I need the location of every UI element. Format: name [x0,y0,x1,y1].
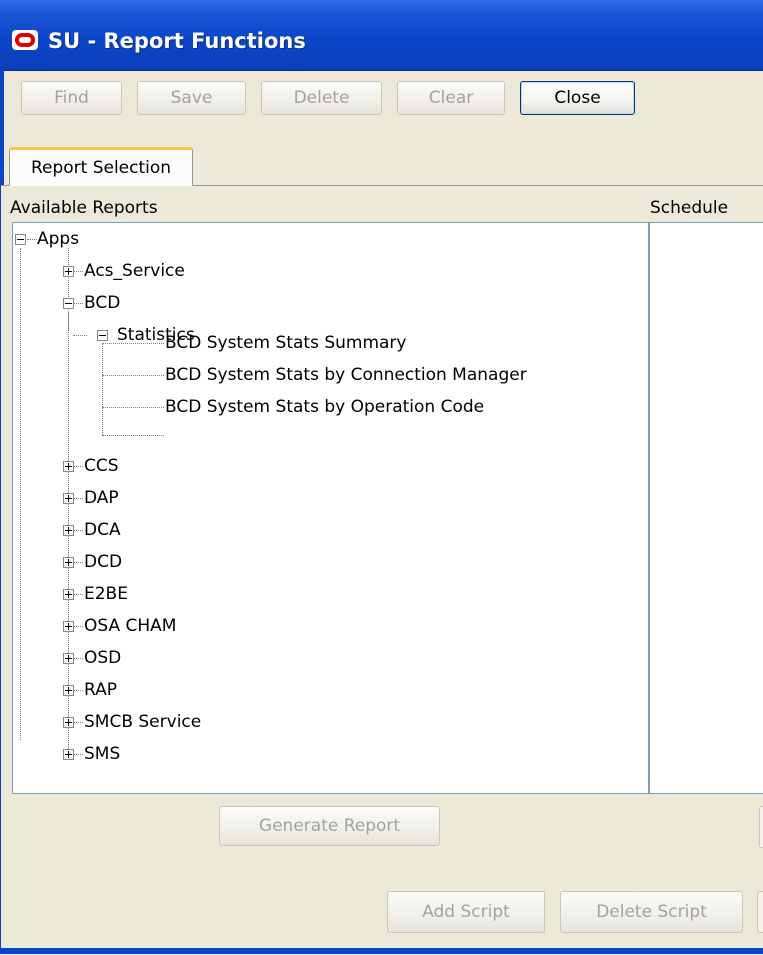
tree-node-dap[interactable]: DAP [84,484,119,512]
tree-line [73,626,83,627]
available-reports-tree[interactable]: Apps Acs_Service BCD Statistics BCD Syst… [12,222,649,794]
tree-line [73,466,83,467]
expand-icon[interactable] [63,493,74,504]
expand-icon[interactable] [63,525,74,536]
tree-line [20,248,21,740]
tree-node-osa-cham[interactable]: OSA CHAM [84,612,176,640]
report-bcd-stats-operation-code[interactable]: BCD System Stats by Operation Code [165,393,484,421]
tree-node-osd[interactable]: OSD [84,644,121,672]
expand-icon[interactable] [63,266,74,277]
tree-line [102,375,164,376]
expand-icon[interactable] [63,717,74,728]
tree-node-bcd[interactable]: BCD [84,289,120,317]
expand-icon[interactable] [63,557,74,568]
tree-line [73,303,83,304]
tree-line [73,530,83,531]
tree-line [73,722,83,723]
expand-icon[interactable] [63,653,74,664]
tree-line [102,344,103,435]
tree-node-dcd[interactable]: DCD [84,548,122,576]
expand-icon[interactable] [63,621,74,632]
tree-line [73,690,83,691]
collapse-icon[interactable] [63,298,74,309]
tree-node-acs-service[interactable]: Acs_Service [84,257,185,285]
tree-node-apps[interactable]: Apps [37,225,79,253]
tree-line [73,498,83,499]
tree-node-ccs[interactable]: CCS [84,452,119,480]
tree-line [73,594,83,595]
schedule-label: Schedule [650,198,729,218]
oracle-icon [12,30,38,50]
save-button[interactable]: Save [137,81,246,115]
tree-line [73,658,83,659]
tree-line [73,335,87,336]
tree-line [102,435,164,436]
expand-icon[interactable] [63,461,74,472]
schedule-panel[interactable] [649,222,763,794]
tree-node-e2be[interactable]: E2BE [84,580,128,608]
collapse-icon[interactable] [15,234,26,245]
truncated-button[interactable] [757,891,763,933]
add-script-button[interactable]: Add Script [387,891,545,933]
report-bcd-stats-summary[interactable]: BCD System Stats Summary [165,329,406,357]
truncated-button[interactable] [759,806,763,848]
tree-line [73,271,83,272]
tab-report-selection[interactable]: Report Selection [9,147,193,186]
clear-button[interactable]: Clear [397,81,505,115]
tree-node-sms[interactable]: SMS [84,740,120,768]
delete-script-button[interactable]: Delete Script [560,891,743,933]
tree-node-rap[interactable]: RAP [84,676,117,704]
expand-icon[interactable] [63,749,74,760]
window-frame-bottom [0,948,763,954]
tree-line [73,562,83,563]
close-button[interactable]: Close [520,81,635,115]
expand-icon[interactable] [63,589,74,600]
expand-icon[interactable] [63,685,74,696]
window-titlebar: SU - Report Functions [0,0,763,71]
delete-button[interactable]: Delete [261,81,382,115]
find-button[interactable]: Find [21,81,122,115]
tree-line [73,754,83,755]
available-reports-label: Available Reports [10,198,158,218]
window-title: SU - Report Functions [48,29,306,53]
tree-line [102,407,164,408]
tree-node-smcb-service[interactable]: SMCB Service [84,708,201,736]
collapse-icon[interactable] [97,330,108,341]
tree-node-dca[interactable]: DCA [84,516,121,544]
tree-line [27,239,37,240]
report-bcd-stats-connection-manager[interactable]: BCD System Stats by Connection Manager [165,361,527,389]
generate-report-button[interactable]: Generate Report [219,806,440,846]
